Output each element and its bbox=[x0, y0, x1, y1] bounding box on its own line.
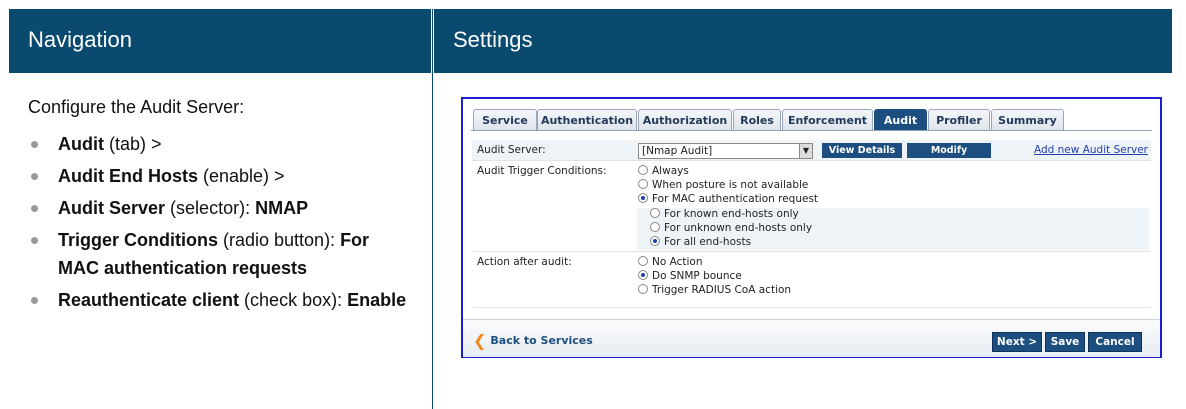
step-term: Reauthenticate client bbox=[58, 290, 240, 310]
option-label: Always bbox=[652, 165, 689, 177]
option-label: For MAC authentication request bbox=[652, 193, 819, 205]
bullet-icon bbox=[31, 141, 38, 148]
list-item: Reauthenticate client (check box): Enabl… bbox=[28, 286, 408, 314]
option-label: Trigger RADIUS CoA action bbox=[652, 284, 792, 296]
tab-service[interactable]: Service bbox=[473, 109, 537, 130]
nav-step-list: Audit (tab) > Audit End Hosts (enable) >… bbox=[28, 130, 408, 318]
trigger-always-radio[interactable]: Always bbox=[638, 165, 689, 177]
step-term: Audit End Hosts bbox=[58, 166, 198, 186]
column-divider bbox=[432, 9, 433, 409]
step-term: Trigger Conditions bbox=[58, 230, 218, 250]
bullet-icon bbox=[31, 237, 38, 244]
option-label: For known end-hosts only bbox=[664, 208, 799, 220]
save-button[interactable]: Save bbox=[1045, 332, 1085, 352]
tab-authentication[interactable]: Authentication bbox=[537, 109, 637, 130]
tab-authorization[interactable]: Authorization bbox=[638, 109, 732, 130]
audit-server-label: Audit Server: bbox=[477, 144, 546, 156]
step-detail: (tab) > bbox=[103, 134, 162, 154]
option-label: For all end-hosts bbox=[664, 236, 752, 248]
audit-server-select[interactable]: [Nmap Audit] ▼ bbox=[638, 143, 813, 159]
back-to-services-link[interactable]: ❮ Back to Services bbox=[473, 331, 593, 350]
option-label: When posture is not available bbox=[652, 179, 809, 191]
radio-icon bbox=[650, 222, 660, 232]
audit-server-value: [Nmap Audit] bbox=[642, 145, 713, 157]
step-detail: (enable) > bbox=[198, 166, 285, 186]
tab-summary[interactable]: Summary bbox=[991, 109, 1064, 130]
next-button[interactable]: Next > bbox=[992, 332, 1042, 352]
radio-icon bbox=[638, 256, 648, 266]
list-item: Trigger Conditions (radio button): For M… bbox=[28, 226, 408, 282]
action-after-audit-row: Action after audit: No Action Do SNMP bo… bbox=[472, 252, 1151, 308]
option-label: No Action bbox=[652, 256, 703, 268]
action-after-audit-label: Action after audit: bbox=[477, 256, 572, 268]
tab-roles[interactable]: Roles bbox=[733, 109, 781, 130]
trigger-conditions-row: Audit Trigger Conditions: Always When po… bbox=[472, 161, 1151, 252]
no-action-radio[interactable]: No Action bbox=[638, 256, 703, 268]
list-item: Audit Server (selector): NMAP bbox=[28, 194, 408, 222]
tab-enforcement[interactable]: Enforcement bbox=[782, 109, 873, 130]
step-detail: (check box): bbox=[239, 290, 348, 310]
all-hosts-radio[interactable]: For all end-hosts bbox=[650, 236, 751, 248]
tab-profiler[interactable]: Profiler bbox=[928, 109, 990, 130]
modify-button[interactable]: Modify bbox=[907, 143, 991, 158]
known-hosts-radio[interactable]: For known end-hosts only bbox=[650, 208, 799, 220]
trigger-conditions-label: Audit Trigger Conditions: bbox=[477, 165, 607, 177]
radio-selected-icon bbox=[638, 270, 648, 280]
radio-icon bbox=[638, 179, 648, 189]
step-value: NMAP bbox=[255, 198, 309, 218]
cancel-button[interactable]: Cancel bbox=[1088, 332, 1142, 352]
mac-sub-options: For known end-hosts only For unknown end… bbox=[637, 208, 1149, 250]
tab-underline bbox=[471, 130, 1152, 131]
trigger-mac-radio[interactable]: For MAC authentication request bbox=[638, 193, 818, 205]
panel-footer: ❮ Back to Services Next > Save Cancel bbox=[463, 319, 1160, 357]
bullet-icon bbox=[31, 205, 38, 212]
view-details-button[interactable]: View Details bbox=[822, 143, 902, 158]
unknown-hosts-radio[interactable]: For unknown end-hosts only bbox=[650, 222, 812, 234]
back-label: Back to Services bbox=[490, 334, 593, 347]
settings-screenshot-panel: Service Authentication Authorization Rol… bbox=[461, 97, 1162, 358]
chevron-down-icon: ▼ bbox=[799, 144, 812, 158]
settings-title: Settings bbox=[453, 27, 533, 52]
step-detail: (selector): bbox=[165, 198, 256, 218]
option-label: For unknown end-hosts only bbox=[664, 222, 813, 234]
radius-coa-radio[interactable]: Trigger RADIUS CoA action bbox=[638, 284, 791, 296]
snmp-bounce-radio[interactable]: Do SNMP bounce bbox=[638, 270, 742, 282]
list-item: Audit (tab) > bbox=[28, 130, 408, 158]
bullet-icon bbox=[31, 173, 38, 180]
list-item: Audit End Hosts (enable) > bbox=[28, 162, 408, 190]
radio-selected-icon bbox=[650, 236, 660, 246]
tab-audit[interactable]: Audit bbox=[874, 109, 927, 130]
step-term: Audit bbox=[58, 134, 104, 154]
audit-server-row: Audit Server: [Nmap Audit] ▼ View Details… bbox=[472, 140, 1151, 161]
radio-icon bbox=[650, 208, 660, 218]
radio-icon bbox=[638, 284, 648, 294]
add-audit-server-link[interactable]: Add new Audit Server bbox=[1034, 144, 1148, 156]
chevron-left-icon: ❮ bbox=[473, 331, 487, 350]
step-detail: (radio button): bbox=[218, 230, 341, 250]
settings-header: Settings bbox=[434, 9, 1172, 73]
navigation-title: Navigation bbox=[28, 27, 132, 52]
radio-selected-icon bbox=[638, 193, 648, 203]
navigation-header: Navigation bbox=[9, 9, 431, 73]
radio-icon bbox=[638, 165, 648, 175]
trigger-posture-radio[interactable]: When posture is not available bbox=[638, 179, 808, 191]
option-label: Do SNMP bounce bbox=[652, 270, 742, 282]
step-value: Enable bbox=[347, 290, 407, 310]
bullet-icon bbox=[31, 297, 38, 304]
nav-intro: Configure the Audit Server: bbox=[28, 97, 245, 117]
step-term: Audit Server bbox=[58, 198, 166, 218]
